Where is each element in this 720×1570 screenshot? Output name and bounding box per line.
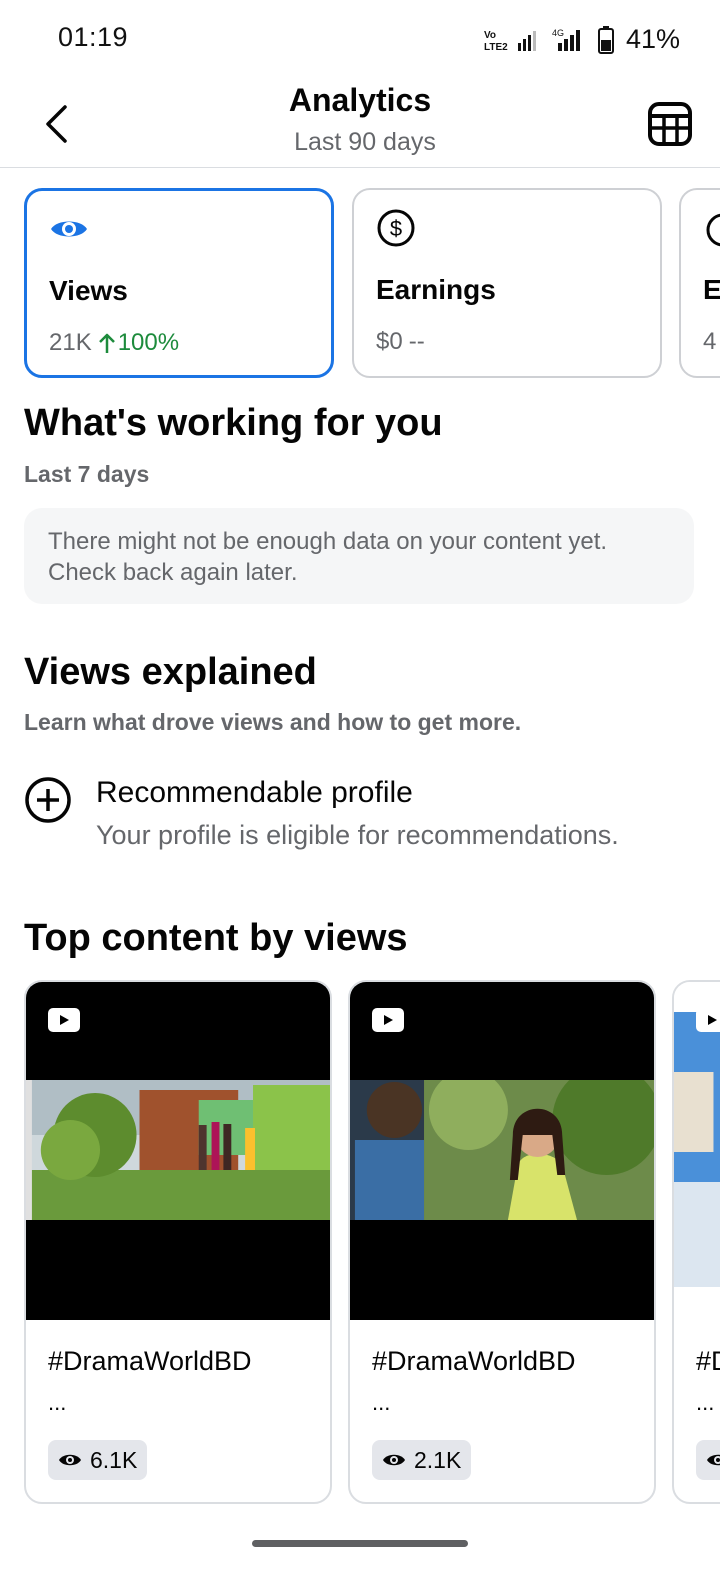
arrow-up-icon [98, 333, 115, 353]
status-bar: 01:19 Vo LTE2 4G 41% [0, 0, 720, 80]
metric-value: 21K 100% [49, 329, 179, 357]
status-time: 01:19 [58, 22, 129, 52]
metric-change: 100% [98, 329, 179, 357]
home-indicator[interactable] [252, 1540, 468, 1547]
metric-value-number: 21K [49, 329, 92, 356]
content-title: #DramaWorldBD [48, 1346, 252, 1376]
metric-value-number: 4 [703, 328, 717, 355]
recommendable-desc: Your profile is eligible for recommendat… [96, 820, 619, 850]
svg-text:Vo: Vo [484, 30, 496, 41]
views-chip: 2.1K [372, 1440, 472, 1480]
svg-text:$: $ [390, 216, 402, 241]
top-content-carousel: #DramaWorldBD ... 6.1K #DramaWorldBD ...… [24, 980, 720, 1506]
recommendable-profile-row[interactable]: Recommendable profile Your profile is el… [24, 770, 704, 860]
battery-percent: 41% [625, 24, 680, 54]
metric-label: Views [49, 275, 128, 306]
working-message: There might not be enough data on your c… [24, 508, 694, 604]
partial-icon [706, 213, 720, 247]
thumbnail-image [350, 1080, 654, 1220]
metric-value: $0 -- [376, 328, 425, 356]
eye-icon [383, 1454, 405, 1466]
eye-icon [707, 1454, 720, 1466]
play-icon [60, 1015, 69, 1025]
signal-4g-icon: 4G [552, 28, 580, 51]
metric-cards: Views 21K 100% $ Earnings $0 -- E 4 [24, 188, 720, 380]
metric-label: Earnings [376, 274, 496, 305]
views-chip: 6.1K [48, 1440, 148, 1480]
content-card[interactable]: #D ... [672, 980, 720, 1504]
plus-circle-icon [25, 777, 71, 823]
metric-card-partial[interactable]: E 4 [679, 188, 720, 378]
metric-value-number: $0 [376, 328, 403, 355]
svg-text:4G: 4G [552, 28, 564, 38]
content-title: #D [696, 1346, 720, 1376]
metric-value: 4 [703, 328, 716, 356]
content-card[interactable]: #DramaWorldBD ... 2.1K [348, 980, 656, 1504]
working-title: What's working for you [24, 402, 443, 444]
metric-label: E [703, 274, 720, 305]
video-badge [372, 1008, 404, 1032]
metric-change-value: -- [408, 328, 425, 355]
working-subtitle: Last 7 days [24, 461, 150, 487]
metric-card-views[interactable]: Views 21K 100% [24, 188, 334, 378]
eye-icon [51, 221, 87, 237]
play-icon [708, 1015, 717, 1025]
page-subtitle: Last 90 days [294, 128, 436, 156]
views-count: 2.1K [414, 1446, 462, 1473]
page-title: Analytics [288, 82, 432, 118]
battery-icon [597, 25, 614, 54]
content-ellipsis: ... [372, 1390, 391, 1415]
views-explained-subtitle: Learn what drove views and how to get mo… [24, 709, 522, 735]
video-thumbnail [350, 982, 654, 1320]
thumbnail-image [26, 1080, 330, 1220]
volte-icon: Vo LTE2 [484, 30, 536, 53]
views-explained-title: Views explained [24, 651, 317, 693]
video-thumbnail [26, 982, 330, 1320]
metric-card-earnings[interactable]: $ Earnings $0 -- [352, 188, 662, 378]
top-content-title: Top content by views [24, 917, 408, 959]
app-header: Analytics Last 90 days [0, 80, 720, 168]
video-badge [48, 1008, 80, 1032]
thumbnail-image [674, 1012, 720, 1287]
eye-icon [59, 1454, 81, 1466]
recommendable-title: Recommendable profile [96, 776, 413, 809]
video-badge [696, 1008, 720, 1032]
content-ellipsis: ... [48, 1390, 67, 1415]
svg-text:LTE2: LTE2 [484, 42, 508, 53]
content-ellipsis: ... [696, 1390, 715, 1415]
table-view-button[interactable] [646, 100, 694, 148]
content-card[interactable]: #DramaWorldBD ... 6.1K [24, 980, 332, 1504]
views-count: 6.1K [90, 1446, 138, 1473]
video-thumbnail [674, 982, 720, 1320]
status-icons: Vo LTE2 4G 41% [484, 24, 680, 55]
views-chip [696, 1440, 720, 1480]
dollar-circle-icon: $ [377, 209, 415, 247]
content-title: #DramaWorldBD [372, 1346, 576, 1376]
metric-change-value: 100% [117, 329, 180, 356]
play-icon [384, 1015, 393, 1025]
table-icon [648, 102, 692, 146]
